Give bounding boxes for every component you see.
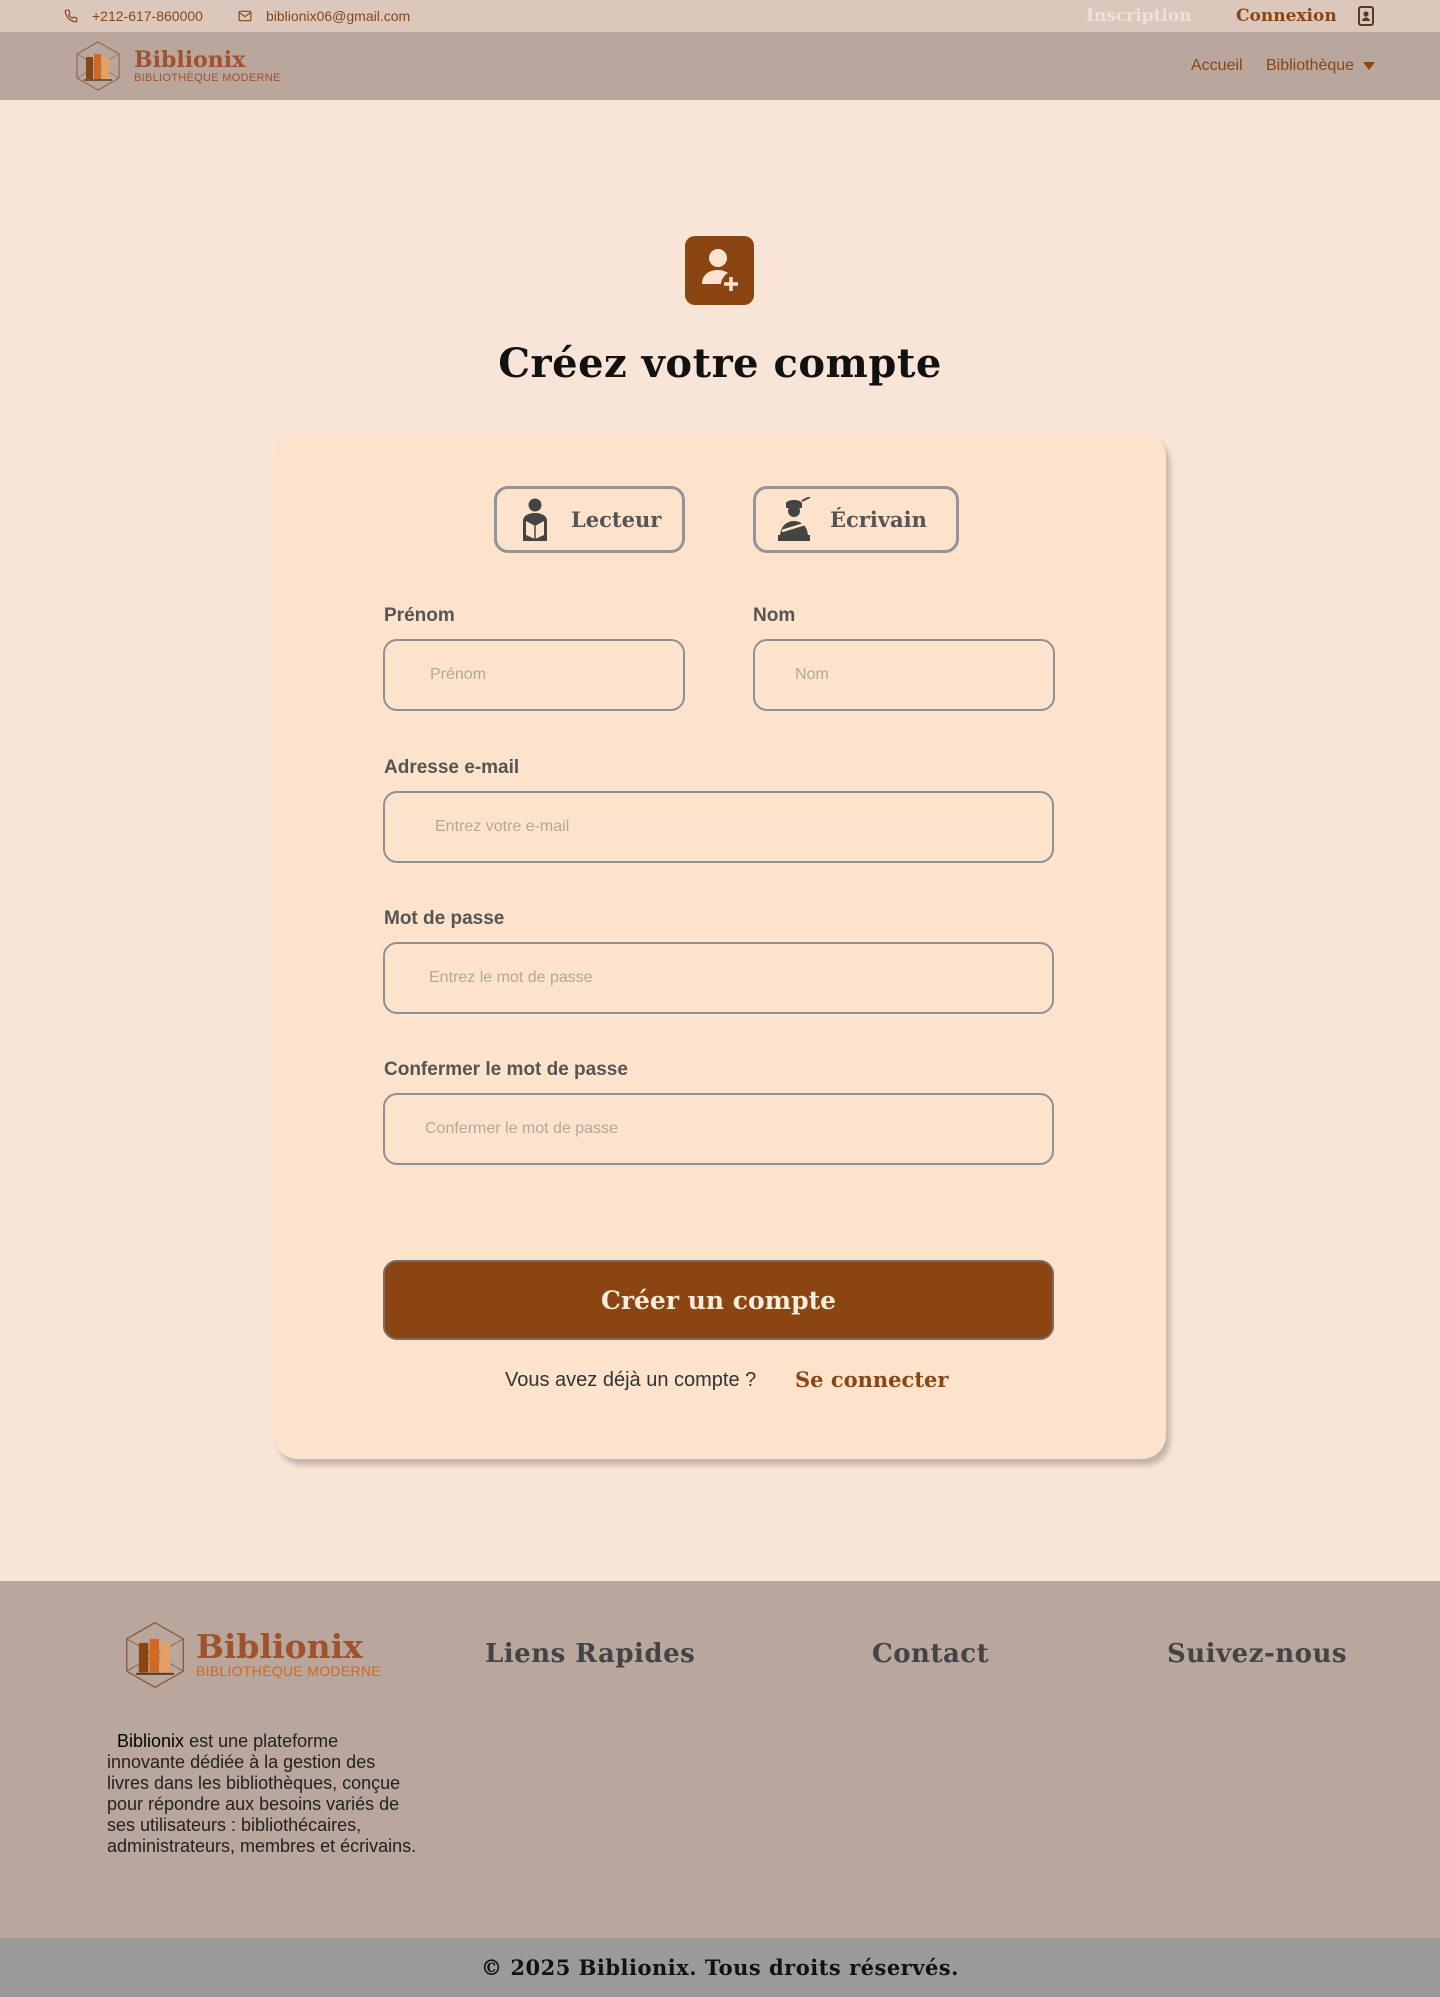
footer-quick-links-heading: Liens Rapides <box>485 1639 696 1669</box>
last-name-field[interactable] <box>753 639 1055 711</box>
footer-description-brand: Biblionix <box>117 1731 185 1751</box>
id-badge-icon[interactable] <box>1357 6 1375 26</box>
footer-brand-logo[interactable]: Biblionix BIBLIOTHÈQUE MODERNE <box>120 1619 381 1691</box>
signin-link[interactable]: Se connecter <box>795 1367 948 1392</box>
last-name-label: Nom <box>753 605 796 626</box>
password-field[interactable] <box>383 942 1054 1014</box>
brand-logo[interactable]: Biblionix BIBLIOTHÈQUE MODERNE <box>72 38 281 94</box>
inscription-link[interactable]: Inscription <box>1086 0 1192 32</box>
footer: Biblionix BIBLIOTHÈQUE MODERNE Liens Rap… <box>0 1581 1440 1938</box>
already-account-text: Vous avez déjà un compte ? <box>505 1369 757 1391</box>
caret-down-icon <box>1362 62 1375 70</box>
footer-follow-heading: Suivez-nous <box>1167 1639 1348 1669</box>
footer-brand-name: Biblionix <box>196 1627 363 1666</box>
confirm-password-field[interactable] <box>383 1093 1054 1165</box>
password-label: Mot de passe <box>384 908 505 929</box>
add-user-badge <box>685 236 754 305</box>
reader-icon <box>523 498 547 541</box>
role-reader-button[interactable]: Lecteur <box>494 486 685 553</box>
nav-bibliotheque[interactable]: Bibliothèque <box>1266 32 1375 100</box>
page-title: Créez votre compte <box>498 340 942 387</box>
create-account-button[interactable]: Créer un compte <box>383 1260 1054 1340</box>
connexion-link[interactable]: Connexion <box>1236 0 1337 32</box>
email-address: biblionix06@gmail.com <box>266 8 411 24</box>
top-contact-bar: +212-617-860000 biblionix06@gmail.com In… <box>0 0 1440 32</box>
copyright-bar: © 2025 Biblionix. Tous droits réservés. <box>0 1938 1440 1997</box>
role-writer-label: Écrivain <box>830 507 927 532</box>
library-logo-icon <box>126 1621 184 1689</box>
email-field[interactable] <box>383 791 1054 863</box>
register-card: Lecteur Écrivain Prénom Nom Adresse e-ma… <box>274 433 1166 1459</box>
email-contact[interactable]: biblionix06@gmail.com <box>238 0 410 32</box>
phone-icon <box>64 9 78 23</box>
nav-bibliotheque-label: Bibliothèque <box>1266 57 1355 74</box>
mail-icon <box>238 10 252 22</box>
main-navbar: Biblionix BIBLIOTHÈQUE MODERNE Accueil B… <box>0 32 1440 100</box>
phone-number: +212-617-860000 <box>92 8 203 24</box>
phone-contact[interactable]: +212-617-860000 <box>64 0 203 32</box>
email-label: Adresse e-mail <box>384 757 520 778</box>
writer-icon <box>778 496 811 541</box>
nav-accueil[interactable]: Accueil <box>1191 32 1243 100</box>
role-reader-label: Lecteur <box>571 507 662 532</box>
footer-contact-heading: Contact <box>872 1639 990 1669</box>
role-writer-button[interactable]: Écrivain <box>753 486 959 553</box>
brand-tagline: BIBLIOTHÈQUE MODERNE <box>134 72 281 84</box>
footer-brand-tagline: BIBLIOTHÈQUE MODERNE <box>196 1663 381 1679</box>
brand-name: Biblionix <box>134 47 246 73</box>
confirm-password-label: Confermer le mot de passe <box>384 1059 628 1080</box>
first-name-field[interactable] <box>383 639 685 711</box>
footer-description: Biblionix est une plateforme innovante d… <box>107 1731 417 1857</box>
user-plus-icon <box>702 249 741 294</box>
first-name-label: Prénom <box>384 605 455 626</box>
library-logo-icon <box>76 41 120 91</box>
